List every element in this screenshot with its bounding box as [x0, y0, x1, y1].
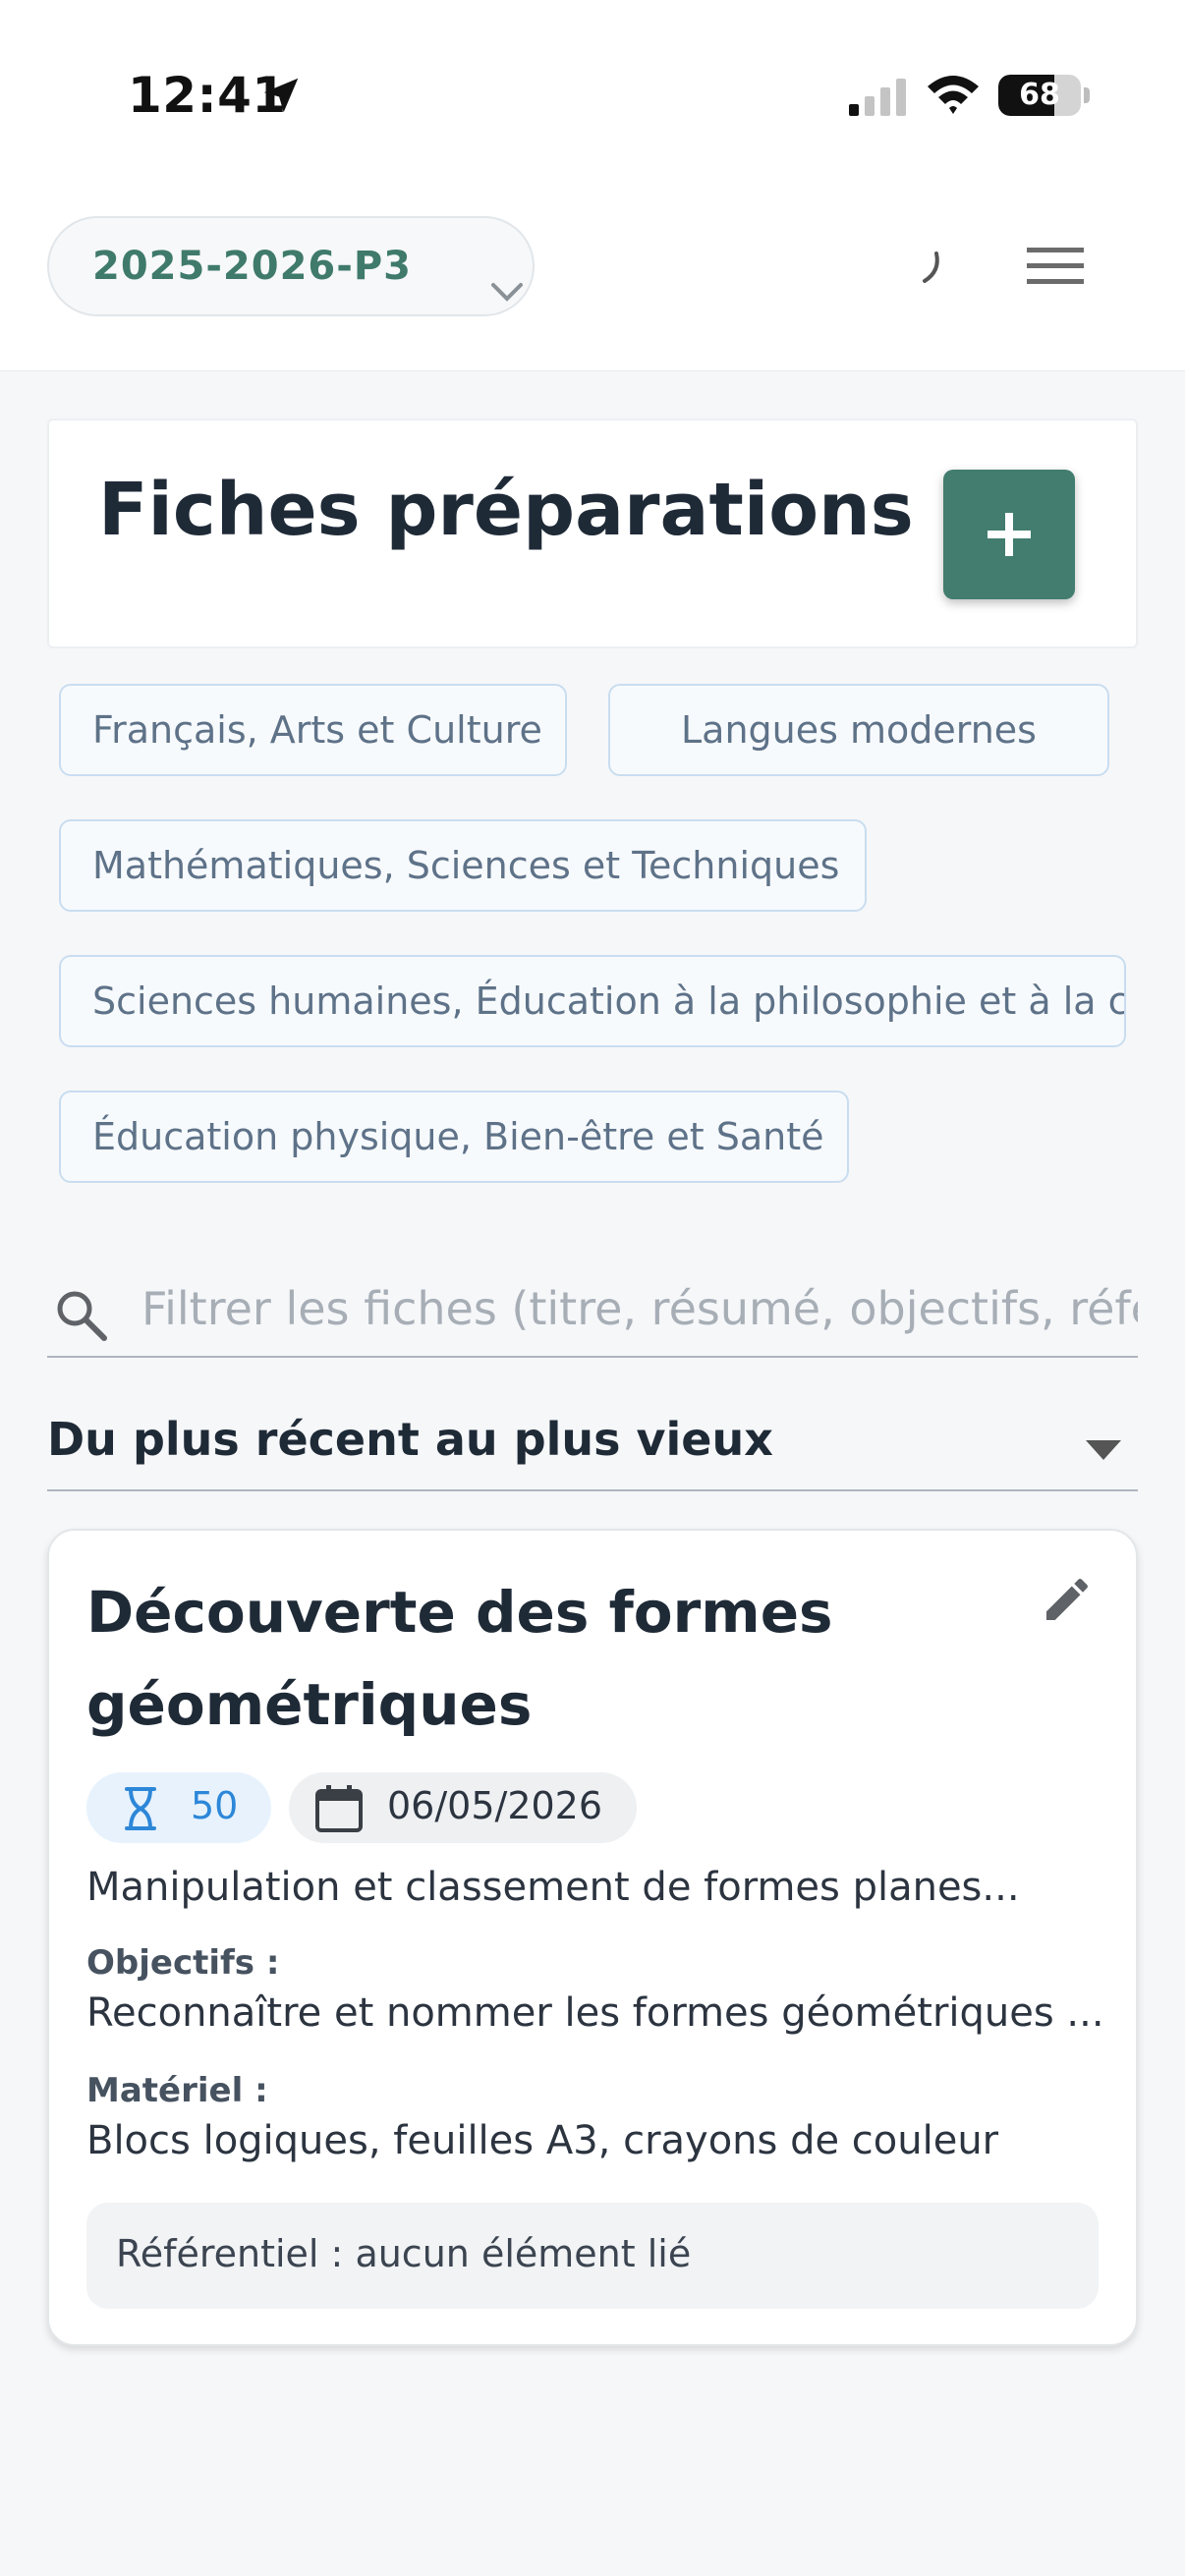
location-arrow-icon	[263, 78, 299, 113]
subject-chip-mathematiques[interactable]: Mathématiques, Sciences et Techniques	[59, 819, 867, 912]
duration-badge: 50	[86, 1772, 271, 1843]
spinner-icon	[923, 252, 939, 283]
battery-level: 68	[1019, 78, 1060, 112]
date-value: 06/05/2026	[387, 1784, 603, 1827]
subject-chip-education-physique[interactable]: Éducation physique, Bien-être et Santé	[59, 1091, 849, 1183]
wifi-icon	[928, 76, 979, 114]
app-header: 2025-2026-P3	[0, 187, 1185, 371]
fiche-summary: Manipulation et classement de formes pla…	[86, 1865, 1020, 1910]
hamburger-menu-icon[interactable]	[1027, 246, 1084, 287]
battery-cap	[1084, 87, 1090, 103]
material-value: Blocs logiques, feuilles A3, crayons de …	[86, 2118, 999, 2163]
subject-chip-langues[interactable]: Langues modernes	[608, 684, 1109, 776]
search-field	[47, 1267, 1138, 1358]
caret-down-icon	[1086, 1440, 1121, 1460]
duration-value: 50	[191, 1784, 239, 1827]
page-title: Fiches préparations	[98, 468, 914, 552]
calendar-icon	[315, 1785, 363, 1832]
add-fiche-button[interactable]	[943, 470, 1075, 599]
fiche-card[interactable]: Découverte des formes géométriques 50 06…	[47, 1529, 1138, 2346]
fiche-title: Découverte des formes géométriques	[86, 1579, 833, 1738]
objectives-label: Objectifs :	[86, 1943, 280, 1983]
sort-selected-value: Du plus récent au plus vieux	[47, 1413, 773, 1466]
page-title-card: Fiches préparations	[47, 419, 1138, 648]
year-period-select[interactable]: 2025-2026-P3	[47, 216, 535, 316]
plus-icon	[988, 513, 1031, 556]
status-bar: 12:41 68	[0, 0, 1185, 187]
referentiel-text: Référentiel : aucun élément lié	[116, 2232, 692, 2275]
year-period-value: 2025-2026-P3	[92, 244, 413, 289]
date-badge: 06/05/2026	[289, 1772, 637, 1843]
subject-chip-francais[interactable]: Français, Arts et Culture	[59, 684, 567, 776]
objectives-value: Reconnaître et nommer les formes géométr…	[86, 1990, 1104, 2036]
referentiel-box: Référentiel : aucun élément lié	[86, 2203, 1099, 2309]
material-label: Matériel :	[86, 2071, 268, 2110]
battery-indicator: 68	[998, 75, 1081, 116]
pencil-icon[interactable]	[1040, 1572, 1095, 1627]
subject-chip-sciences-humaines[interactable]: Sciences humaines, Éducation à la philos…	[59, 955, 1126, 1047]
chevron-down-icon	[491, 283, 523, 302]
cell-signal-icon	[849, 79, 906, 116]
sort-select[interactable]: Du plus récent au plus vieux	[47, 1401, 1138, 1491]
search-icon	[57, 1291, 107, 1341]
hourglass-icon	[125, 1787, 156, 1830]
search-input[interactable]	[141, 1273, 1138, 1344]
